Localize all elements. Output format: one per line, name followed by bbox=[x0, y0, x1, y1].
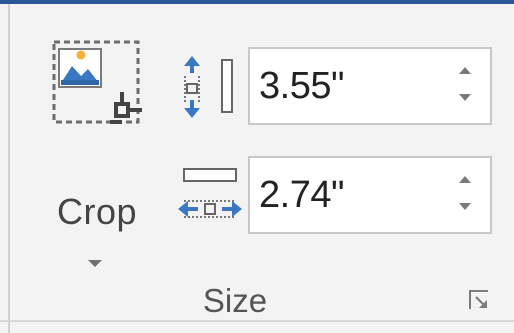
height-decrease-icon[interactable] bbox=[457, 91, 473, 107]
group-divider bbox=[8, 4, 10, 333]
shape-height-icon bbox=[184, 56, 233, 118]
dialog-launcher-icon[interactable] bbox=[468, 289, 490, 311]
width-increase-icon[interactable] bbox=[457, 173, 473, 189]
crop-icon bbox=[52, 40, 142, 124]
height-increase-icon[interactable] bbox=[457, 64, 473, 80]
ribbon-top-border bbox=[0, 0, 514, 4]
shape-width-stepper[interactable]: 2.74" bbox=[248, 156, 492, 234]
width-decrease-icon[interactable] bbox=[457, 200, 473, 216]
chevron-down-icon[interactable] bbox=[88, 260, 102, 267]
shape-width-icon bbox=[178, 168, 242, 218]
group-label: Size bbox=[202, 282, 268, 319]
shape-height-value[interactable]: 3.55" bbox=[259, 62, 344, 110]
ribbon-bottom-border bbox=[0, 320, 514, 322]
shape-height-stepper[interactable]: 3.55" bbox=[248, 47, 492, 125]
crop-label: Crop bbox=[56, 191, 138, 232]
shape-width-value[interactable]: 2.74" bbox=[259, 171, 344, 219]
crop-button[interactable]: Crop bbox=[38, 34, 156, 267]
